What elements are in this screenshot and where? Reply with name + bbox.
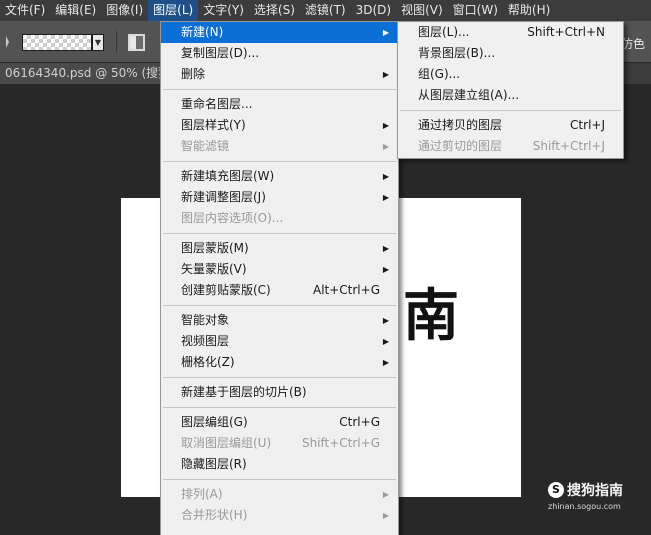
menu-file[interactable]: 文件(F) <box>0 0 50 21</box>
linear-gradient-icon[interactable] <box>128 34 145 51</box>
menu-item-layer-style[interactable]: 图层样式(Y) ▶ <box>161 115 398 136</box>
menu-type[interactable]: 文字(Y) <box>198 0 249 21</box>
submenu-item-layer[interactable]: 图层(L)... Shift+Ctrl+N <box>398 22 623 43</box>
watermark: S 搜狗指南 zhinan.sogou.com <box>548 480 648 511</box>
document-tab[interactable]: 06164340.psd @ 50% (搜狗指 <box>0 63 160 84</box>
menu-select[interactable]: 选择(S) <box>249 0 300 21</box>
submenu-item-group[interactable]: 组(G)... <box>398 64 623 85</box>
submenu-item-layer-via-cut[interactable]: 通过剪切的图层 Shift+Ctrl+J <box>398 136 623 157</box>
menu-item-create-clipping-mask[interactable]: 创建剪贴蒙版(C) Alt+Ctrl+G <box>161 280 398 301</box>
menu-separator <box>400 110 621 111</box>
menu-item-ungroup-layers[interactable]: 取消图层编组(U) Shift+Ctrl+G <box>161 433 398 454</box>
menu-separator <box>163 161 396 162</box>
menu-item-rasterize[interactable]: 栅格化(Z) ▶ <box>161 352 398 373</box>
menu-item-layer-content-options[interactable]: 图层内容选项(O)... <box>161 208 398 229</box>
menu-shortcut: Ctrl+G <box>339 415 380 429</box>
submenu-arrow-icon: ▶ <box>382 265 389 274</box>
menu-window[interactable]: 窗口(W) <box>448 0 503 21</box>
submenu-arrow-icon: ▶ <box>382 193 389 202</box>
menu-filter[interactable]: 滤镜(T) <box>300 0 351 21</box>
submenu-arrow-icon: ▶ <box>382 172 389 181</box>
menu-shortcut: Ctrl+J <box>570 118 605 132</box>
menu-item-new-layer-based-slice[interactable]: 新建基于图层的切片(B) <box>161 382 398 403</box>
submenu-arrow-icon: ▶ <box>382 28 389 37</box>
submenu-arrow-icon: ▶ <box>382 316 389 325</box>
menu-item-rename-layer[interactable]: 重命名图层... <box>161 94 398 115</box>
submenu-arrow-icon: ▶ <box>382 511 389 520</box>
menu-separator <box>163 479 396 480</box>
menu-item-new-adjustment-layer[interactable]: 新建调整图层(J) ▶ <box>161 187 398 208</box>
menu-item-combine-shapes[interactable]: 合并形状(H) ▶ <box>161 505 398 526</box>
dither-label[interactable]: 仿色 <box>621 35 645 52</box>
submenu-arrow-icon: ▶ <box>382 337 389 346</box>
menu-shortcut: Shift+Ctrl+N <box>527 25 605 39</box>
menu-item-vector-mask[interactable]: 矢量蒙版(V) ▶ <box>161 259 398 280</box>
watermark-logo: S 搜狗指南 <box>548 480 648 500</box>
menu-shortcut: Shift+Ctrl+G <box>301 436 380 450</box>
watermark-brand: 搜狗指南 <box>567 483 623 499</box>
canvas-glyph: 南 <box>403 283 459 349</box>
layer-menu: 新建(N) ▶ 复制图层(D)... 删除 ▶ 重命名图层... 图层样式(Y)… <box>160 21 399 535</box>
menu-separator <box>163 89 396 90</box>
menu-item-video-layers[interactable]: 视频图层 ▶ <box>161 331 398 352</box>
menu-separator <box>163 407 396 408</box>
submenu-arrow-icon: ▶ <box>382 121 389 130</box>
menu-help[interactable]: 帮助(H) <box>503 0 555 21</box>
menu-edit[interactable]: 编辑(E) <box>50 0 101 21</box>
submenu-arrow-icon: ▶ <box>382 142 389 151</box>
menu-view[interactable]: 视图(V) <box>396 0 448 21</box>
menu-3d[interactable]: 3D(D) <box>351 0 396 21</box>
submenu-arrow-icon: ▶ <box>382 70 389 79</box>
menu-separator <box>163 233 396 234</box>
menu-item-hide-layers[interactable]: 隐藏图层(R) <box>161 454 398 475</box>
chevron-down-icon[interactable]: ▼ <box>92 34 104 51</box>
menu-item-duplicate-layer[interactable]: 复制图层(D)... <box>161 43 398 64</box>
submenu-arrow-icon: ▶ <box>382 244 389 253</box>
submenu-item-group-from-layers[interactable]: 从图层建立组(A)... <box>398 85 623 106</box>
menu-shortcut: Shift+Ctrl+J <box>532 139 605 153</box>
new-submenu: 图层(L)... Shift+Ctrl+N 背景图层(B)... 组(G)...… <box>397 21 624 159</box>
menu-bar: 文件(F) 编辑(E) 图像(I) 图层(L) 文字(Y) 选择(S) 滤镜(T… <box>0 0 651 21</box>
menu-shortcut: Alt+Ctrl+G <box>312 283 380 297</box>
submenu-item-background-layer[interactable]: 背景图层(B)... <box>398 43 623 64</box>
menu-layer[interactable]: 图层(L) <box>148 0 199 21</box>
play-arrow-icon <box>6 36 12 48</box>
menu-item-group-layers[interactable]: 图层编组(G) Ctrl+G <box>161 412 398 433</box>
submenu-arrow-icon: ▶ <box>382 358 389 367</box>
menu-item-new[interactable]: 新建(N) ▶ <box>161 22 398 43</box>
menu-item-delete[interactable]: 删除 ▶ <box>161 64 398 85</box>
menu-separator <box>163 305 396 306</box>
menu-item-smart-filter[interactable]: 智能滤镜 ▶ <box>161 136 398 157</box>
submenu-item-layer-via-copy[interactable]: 通过拷贝的图层 Ctrl+J <box>398 115 623 136</box>
menu-separator <box>163 377 396 378</box>
submenu-arrow-icon: ▶ <box>382 490 389 499</box>
menu-item-layer-mask[interactable]: 图层蒙版(M) ▶ <box>161 238 398 259</box>
menu-item-arrange[interactable]: 排列(A) ▶ <box>161 484 398 505</box>
sogou-logo-icon: S <box>548 482 564 498</box>
menu-item-new-fill-layer[interactable]: 新建填充图层(W) ▶ <box>161 166 398 187</box>
watermark-url: zhinan.sogou.com <box>548 502 621 511</box>
toolbar-divider <box>116 31 117 53</box>
gradient-picker[interactable] <box>22 34 92 51</box>
menu-image[interactable]: 图像(I) <box>101 0 148 21</box>
menu-item-smart-objects[interactable]: 智能对象 ▶ <box>161 310 398 331</box>
